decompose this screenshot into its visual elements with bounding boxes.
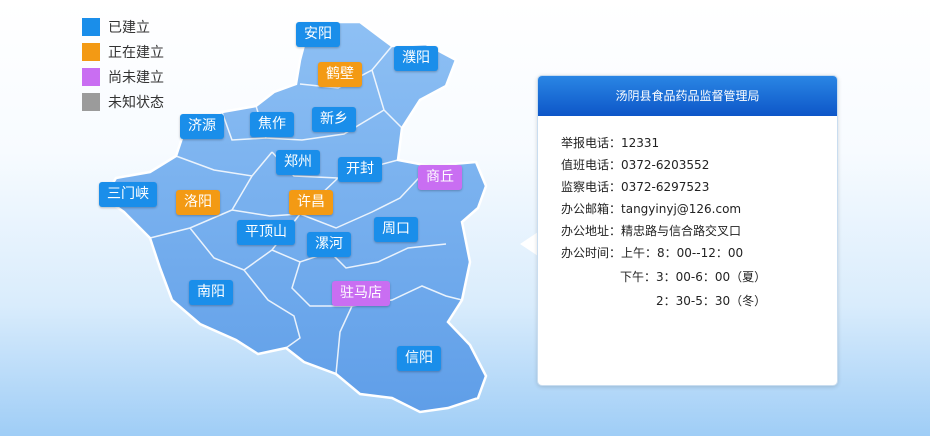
report-phone-row: 举报电话：12331 — [561, 134, 659, 151]
email-label: 办公邮箱： — [561, 202, 622, 216]
city-xinyang[interactable]: 信阳 — [397, 346, 441, 371]
report-phone-label: 举报电话： — [561, 136, 622, 150]
city-sanmenxia[interactable]: 三门峡 — [99, 182, 157, 207]
city-xinxiang[interactable]: 新乡 — [312, 107, 356, 132]
supervise-phone-row: 监察电话：0372-6297523 — [561, 178, 709, 195]
email-value: tangyinyj@126.com — [621, 202, 742, 216]
legend-item-in-progress: 正在建立 — [82, 39, 164, 64]
city-shangqiu[interactable]: 商丘 — [418, 165, 462, 190]
legend-label: 未知状态 — [108, 94, 164, 111]
city-zhumadian[interactable]: 驻马店 — [332, 281, 390, 306]
city-zhengzhou[interactable]: 郑州 — [276, 150, 320, 175]
city-zhoukou[interactable]: 周口 — [374, 217, 418, 242]
hours-row: 办公时间：上午：8：00--12：00 — [561, 244, 743, 261]
legend-item-established: 已建立 — [82, 14, 164, 39]
legend-label: 正在建立 — [108, 44, 164, 61]
city-nanyang[interactable]: 南阳 — [189, 280, 233, 305]
city-puyang[interactable]: 濮阳 — [394, 46, 438, 71]
city-hebi[interactable]: 鹤壁 — [318, 62, 362, 87]
legend-swatch-established — [82, 17, 100, 36]
city-anyang[interactable]: 安阳 — [296, 22, 340, 47]
hours-am: 上午：8：00--12：00 — [621, 246, 744, 260]
report-phone-value: 12331 — [621, 136, 660, 150]
city-pingdingshan[interactable]: 平顶山 — [237, 220, 295, 245]
hours-pm-summer: 下午：3：00-6：00（夏） — [620, 270, 767, 284]
address-label: 办公地址： — [561, 224, 622, 238]
address-row: 办公地址：精忠路与信合路交叉口 — [561, 222, 741, 239]
supervise-phone-value: 0372-6297523 — [621, 180, 710, 194]
legend-swatch-not-established — [82, 67, 100, 86]
duty-phone-row: 值班电话：0372-6203552 — [561, 156, 709, 173]
legend: 已建立 正在建立 尚未建立 未知状态 — [82, 14, 164, 114]
city-jiyuan[interactable]: 济源 — [180, 114, 224, 139]
duty-phone-label: 值班电话： — [561, 158, 622, 172]
legend-swatch-unknown — [82, 92, 100, 111]
hours-pm-winter: 2：30-5：30（冬） — [656, 294, 767, 308]
panel-title: 汤阴县食品药品监督管理局 — [538, 76, 837, 116]
legend-item-not-established: 尚未建立 — [82, 64, 164, 89]
legend-item-unknown: 未知状态 — [82, 89, 164, 114]
city-xuchang[interactable]: 许昌 — [289, 190, 333, 215]
city-luoyang[interactable]: 洛阳 — [176, 190, 220, 215]
city-jiaozuo[interactable]: 焦作 — [250, 112, 294, 137]
hours-label: 办公时间： — [561, 246, 622, 260]
panel-pointer — [520, 232, 538, 256]
city-luohe[interactable]: 漯河 — [307, 232, 351, 257]
duty-phone-value: 0372-6203552 — [621, 158, 710, 172]
city-kaifeng[interactable]: 开封 — [338, 157, 382, 182]
address-value: 精忠路与信合路交叉口 — [621, 224, 742, 238]
email-row: 办公邮箱：tangyinyj@126.com — [561, 200, 741, 217]
supervise-phone-label: 监察电话： — [561, 180, 622, 194]
legend-label: 已建立 — [108, 19, 150, 36]
legend-label: 尚未建立 — [108, 69, 164, 86]
legend-swatch-in-progress — [82, 42, 100, 61]
